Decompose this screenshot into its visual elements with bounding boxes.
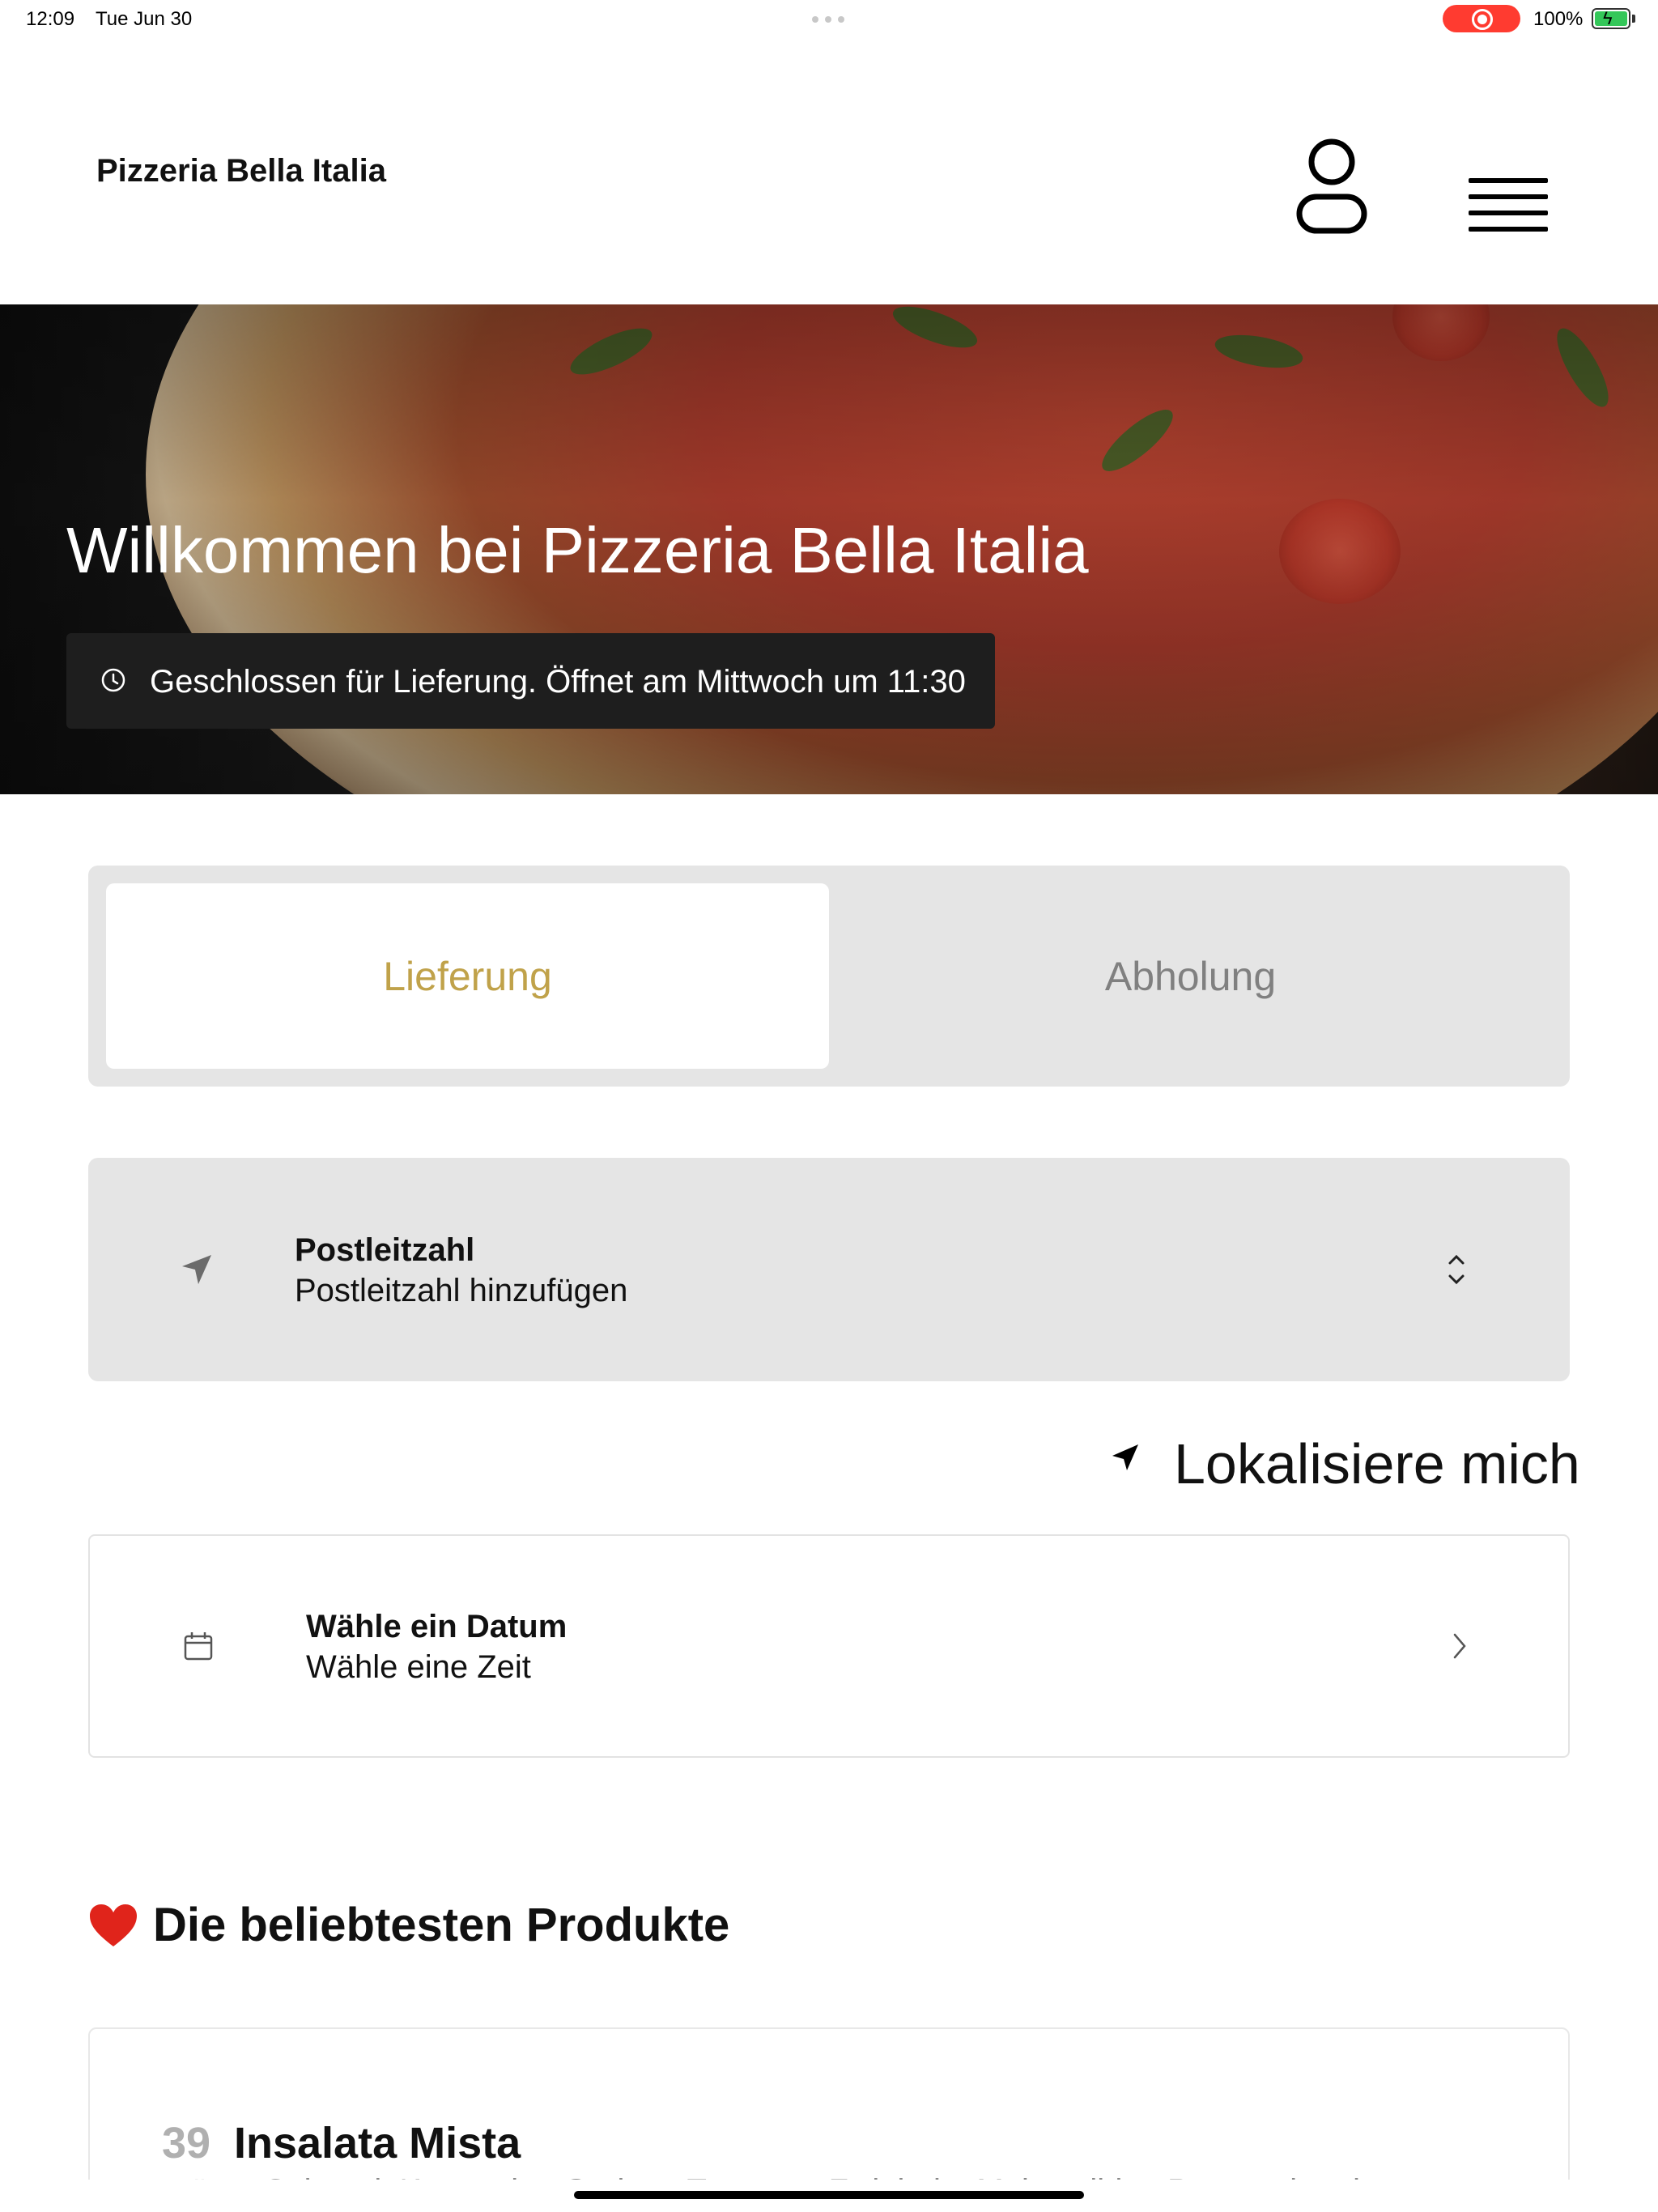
date-label: Wähle ein Datum (306, 1609, 568, 1644)
calendar-icon (184, 1632, 213, 1661)
popular-products-title: Die beliebtesten Produkte (153, 1899, 730, 1951)
postcode-placeholder: Postleitzahl hinzufügen (295, 1273, 628, 1308)
heart-icon (90, 1904, 137, 1946)
locate-me-button[interactable]: Lokalisiere mich (1109, 1427, 1580, 1495)
hamburger-icon (1469, 178, 1548, 183)
chevron-up-down-icon (1448, 1254, 1465, 1285)
locate-me-label: Lokalisiere mich (1174, 1432, 1580, 1495)
navigation-arrow-icon (1112, 1444, 1138, 1470)
date-time-selector[interactable]: Wähle ein Datum Wähle eine Zeit (88, 1534, 1570, 1758)
postcode-label: Postleitzahl (295, 1232, 475, 1268)
popular-products-heading: Die beliebtesten Produkte (88, 1898, 729, 1952)
notice-text: Geschlossen für Lieferung. Öffnet am Mit… (150, 664, 966, 700)
postcode-selector[interactable]: Postleitzahl Postleitzahl hinzufügen (88, 1158, 1570, 1381)
home-indicator[interactable] (574, 2191, 1084, 2199)
hero-title: Willkommen bei Pizzeria Bella Italia (66, 514, 1089, 586)
multitasking-dots-icon[interactable] (812, 16, 844, 23)
account-button[interactable] (1287, 125, 1376, 255)
screen-recording-icon (1443, 5, 1520, 32)
location-arrow-icon (182, 1255, 211, 1284)
delivery-option[interactable]: Lieferung (106, 883, 829, 1069)
product-number: 39 (162, 2119, 211, 2167)
menu-button[interactable] (1464, 168, 1553, 249)
brand-name[interactable]: Pizzeria Bella Italia (96, 153, 386, 189)
status-time: 12:09 (26, 8, 75, 30)
product-name: Insalata Mista (234, 2119, 521, 2167)
status-date: Tue Jun 30 (96, 8, 193, 30)
clock-icon (101, 668, 125, 692)
battery-percentage: 100% (1533, 8, 1584, 30)
battery-tip (1632, 15, 1635, 23)
chevron-right-icon (1453, 1633, 1466, 1659)
person-icon (1296, 138, 1367, 234)
battery-icon: ϟ (1592, 8, 1630, 29)
pickup-option[interactable]: Abholung (829, 883, 1552, 1069)
order-type-selector: Lieferung Abholung (88, 866, 1570, 1087)
site-header: Pizzeria Bella Italia (0, 39, 1658, 304)
status-bar: 12:09 Tue Jun 30 100% ϟ (0, 0, 1658, 39)
hero-banner: Willkommen bei Pizzeria Bella Italia Ges… (0, 304, 1658, 794)
opening-hours-notice: Geschlossen für Lieferung. Öffnet am Mit… (66, 633, 995, 729)
time-label: Wähle eine Zeit (306, 1649, 531, 1685)
